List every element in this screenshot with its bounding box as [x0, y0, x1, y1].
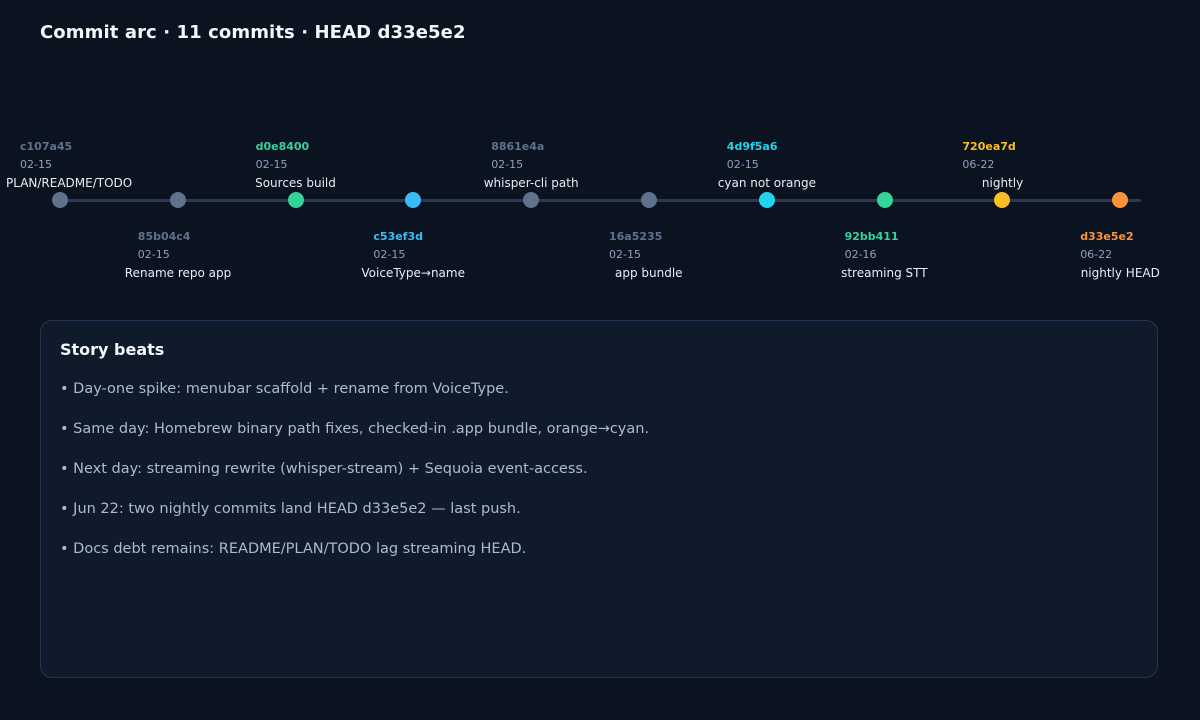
commit-hash: 16a5235: [609, 230, 663, 243]
commit-node-8861e4a[interactable]: [523, 192, 540, 208]
commit-label: cyan not orange: [717, 176, 816, 190]
commit-date: 06-22: [962, 158, 995, 171]
commit-hash: 85b04c4: [137, 230, 191, 243]
commit-label: VoiceType→name: [361, 266, 465, 280]
commit-label: whisper-cli path: [483, 176, 579, 190]
commit-date: 02-15: [137, 248, 170, 261]
story-beat: • Day-one spike: menubar scaffold + rena…: [60, 381, 509, 397]
commit-date: 02-15: [726, 158, 759, 171]
commit-node-720ea7d[interactable]: [994, 192, 1011, 208]
commit-hash: 4d9f5a6: [726, 140, 778, 153]
commit-node-c53ef3d[interactable]: [405, 192, 422, 208]
commit-date: 02-15: [491, 158, 524, 171]
story-beat: • Docs debt remains: README/PLAN/TODO la…: [60, 541, 527, 557]
commit-node-4d9f5a6[interactable]: [758, 192, 775, 208]
commit-hash: c53ef3d: [373, 230, 423, 243]
commit-hash: c107a45: [20, 140, 73, 153]
commit-node-d0e8400[interactable]: [287, 192, 304, 208]
commit-hash: 92bb411: [844, 230, 899, 243]
commit-date: 02-15: [255, 158, 288, 171]
commit-label: Sources build: [255, 176, 336, 190]
commit-hash: d0e8400: [255, 140, 310, 153]
commit-date: 02-15: [20, 158, 52, 171]
commit-hash: d33e5e2: [1080, 230, 1134, 243]
commit-timeline: c107a45 02-15 PLAN/README/TODO 85b04c4 02-15…: [0, 0, 1200, 300]
commit-node-92bb411[interactable]: [876, 192, 893, 208]
commit-label: streaming STT: [841, 266, 928, 280]
commit-date: 02-15: [609, 248, 641, 261]
commit-hash: 720ea7d: [962, 140, 1016, 153]
story-beats-panel: Story beats • Day-one spike: menubar sca…: [40, 320, 1158, 678]
commit-label: app bundle: [615, 266, 683, 280]
commit-label: nightly: [981, 176, 1024, 190]
commit-date: 02-16: [844, 248, 877, 261]
commit-label: Rename repo app: [124, 266, 232, 280]
commit-hash: 8861e4a: [491, 140, 545, 153]
story-beat: • Same day: Homebrew binary path fixes, …: [60, 421, 650, 437]
story-beats-list: • Day-one spike: menubar scaffold + rena…: [60, 379, 649, 579]
commit-label: nightly HEAD: [1080, 266, 1160, 280]
commit-node-d33e5e2[interactable]: [1112, 192, 1129, 208]
commit-label: PLAN/README/TODO: [6, 176, 133, 190]
story-beats-title: Story beats: [60, 340, 165, 359]
commit-node-16a5235[interactable]: [641, 192, 657, 208]
story-beat: • Next day: streaming rewrite (whisper-s…: [60, 461, 588, 477]
story-beat: • Jun 22: two nightly commits land HEAD …: [60, 501, 521, 517]
commit-node-c107a45[interactable]: [52, 192, 68, 208]
commit-node-85b04c4[interactable]: [169, 192, 186, 208]
timeline-track: [60, 199, 1141, 202]
commit-date: 06-22: [1080, 248, 1113, 261]
commit-date: 02-15: [373, 248, 406, 261]
